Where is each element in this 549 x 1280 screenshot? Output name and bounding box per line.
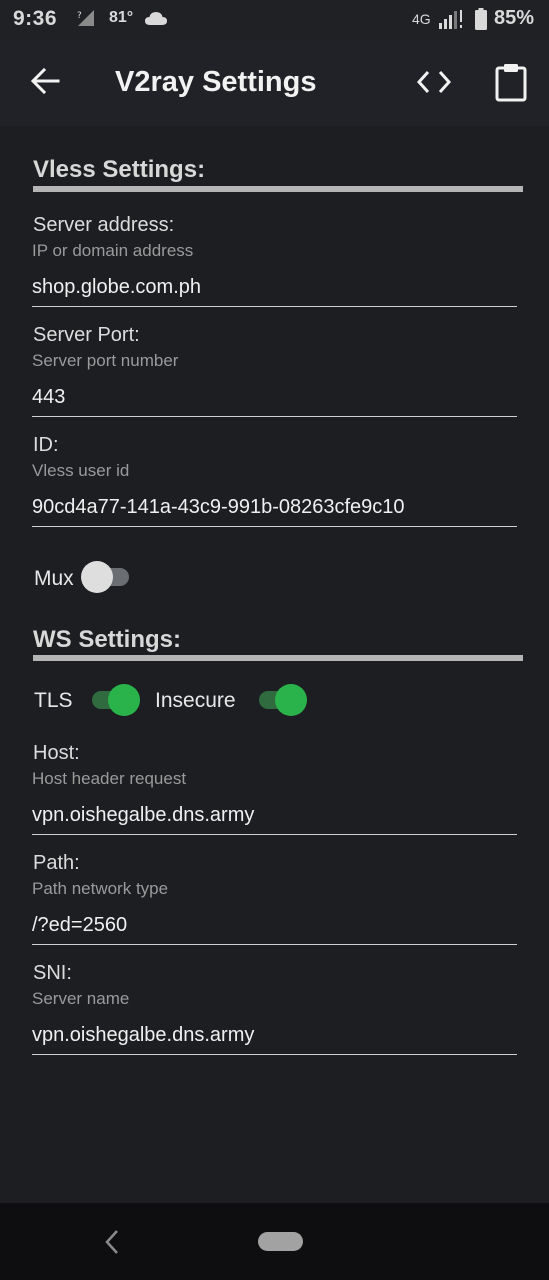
nav-back-icon[interactable] — [100, 1227, 124, 1257]
server-port-label: Server Port: — [33, 324, 140, 346]
insecure-label: Insecure — [155, 689, 236, 712]
section-divider — [33, 655, 523, 661]
sni-hint: Server name — [32, 989, 130, 1008]
status-bar: 9:36 ? 81° 4G 85% — [0, 0, 549, 40]
id-hint: Vless user id — [32, 461, 130, 480]
ws-section-title: WS Settings: — [33, 626, 181, 653]
status-time: 9:36 — [13, 7, 58, 30]
battery-percent: 85% — [494, 7, 535, 29]
switch-thumb — [108, 684, 140, 716]
host-hint: Host header request — [32, 769, 187, 788]
insecure-switch[interactable] — [253, 683, 307, 717]
path-input[interactable] — [32, 906, 517, 945]
app-bar: V2ray Settings — [0, 40, 549, 126]
sni-label: SNI: — [33, 962, 72, 984]
mux-label: Mux — [34, 567, 74, 590]
server-port-hint: Server port number — [32, 351, 179, 370]
vless-section-title: Vless Settings: — [33, 156, 206, 183]
code-icon[interactable] — [414, 64, 454, 100]
cloud-icon — [145, 12, 167, 25]
id-label: ID: — [33, 434, 59, 456]
network-type: 4G — [412, 11, 431, 27]
server-port-input[interactable] — [32, 378, 517, 417]
tls-switch[interactable] — [86, 683, 140, 717]
signal-icon — [439, 10, 462, 29]
server-address-input[interactable] — [32, 268, 517, 307]
switch-thumb — [275, 684, 307, 716]
path-hint: Path network type — [32, 879, 169, 898]
tls-label: TLS — [34, 689, 73, 712]
svg-text:?: ? — [77, 11, 82, 21]
section-divider — [33, 186, 523, 192]
back-arrow-icon[interactable] — [28, 64, 62, 98]
path-label: Path: — [33, 852, 80, 874]
host-input[interactable] — [32, 796, 517, 835]
home-pill-button[interactable] — [258, 1232, 303, 1251]
page-title: V2ray Settings — [115, 66, 317, 98]
id-input[interactable] — [32, 488, 517, 527]
clipboard-icon[interactable] — [494, 62, 528, 102]
switch-thumb — [81, 561, 113, 593]
status-temperature: 81° — [109, 9, 134, 26]
server-address-label: Server address: — [33, 214, 175, 236]
sni-input[interactable] — [32, 1016, 517, 1055]
mux-switch[interactable] — [81, 560, 135, 594]
host-label: Host: — [33, 742, 80, 764]
battery-icon — [475, 8, 487, 30]
server-address-hint: IP or domain address — [32, 241, 194, 260]
navigation-bar — [0, 1203, 549, 1280]
no-signal-icon: ? — [77, 10, 94, 26]
